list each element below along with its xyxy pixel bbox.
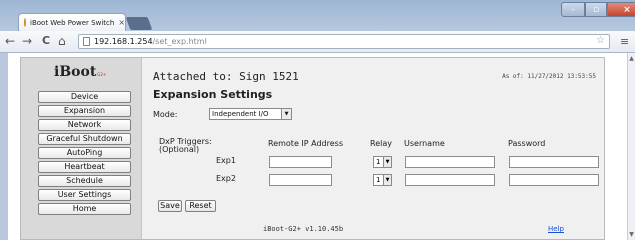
exp2-relay-select[interactable]: 1 ▼ (373, 174, 392, 186)
version-text: iBoot-G2+ v1.10.45b (263, 225, 344, 233)
chevron-down-icon[interactable]: ▼ (383, 157, 391, 167)
exp1-label: Exp1 (216, 156, 236, 165)
page-icon (83, 37, 90, 46)
col-remote-ip: Remote IP Address (268, 139, 343, 148)
scroll-up-icon[interactable]: ▲ (628, 55, 635, 62)
exp1-username-input[interactable] (405, 156, 495, 168)
sidebar-item-graceful-shutdown[interactable]: Graceful Shutdown (38, 133, 131, 145)
reset-button[interactable]: Reset (185, 200, 216, 212)
exp2-ip-input[interactable] (269, 174, 332, 186)
url-host: 192.168.1.254 (94, 37, 153, 46)
home-icon[interactable]: ⌂ (58, 34, 66, 48)
browser-menu-icon[interactable]: ≡ (620, 35, 629, 48)
browser-tab[interactable]: iBoot Web Power Switch × (18, 13, 126, 31)
save-button[interactable]: Save (158, 200, 182, 212)
browser-titlebar: iBoot Web Power Switch × – ▫ × (0, 0, 635, 31)
reload-icon[interactable]: C (42, 34, 50, 48)
maximize-button[interactable]: ▫ (585, 2, 607, 17)
sidebar-item-heartbeat[interactable]: Heartbeat (38, 161, 131, 173)
dxp-triggers-label: DxP Triggers: (Optional) (159, 138, 212, 154)
exp1-password-input[interactable] (509, 156, 599, 168)
tab-close-icon[interactable]: × (118, 18, 125, 27)
close-window-button[interactable]: × (607, 2, 635, 17)
minimize-button[interactable]: – (561, 2, 585, 17)
sidebar-item-device[interactable]: Device (38, 91, 131, 103)
footer: iBoot-G2+ v1.10.45b Help (142, 220, 605, 239)
tab-title: iBoot Web Power Switch (30, 18, 115, 27)
exp2-label: Exp2 (216, 174, 236, 183)
dxp-optional: (Optional) (159, 145, 200, 154)
back-icon[interactable]: ← (5, 34, 15, 48)
browser-toolbar: ← → C ⌂ 192.168.1.254 /set_exp.html ☆ ≡ (0, 31, 635, 53)
logo-text: iBoot (54, 64, 97, 80)
exp1-relay-select[interactable]: 1 ▼ (373, 156, 392, 168)
bookmark-star-icon[interactable]: ☆ (596, 35, 605, 46)
iboot-logo: iBoot G2+ (54, 64, 106, 80)
page-title: Expansion Settings (153, 88, 273, 101)
sidebar-item-autoping[interactable]: AutoPing (38, 147, 131, 159)
url-path: /set_exp.html (152, 37, 207, 46)
forward-icon[interactable]: → (22, 34, 32, 48)
chevron-down-icon[interactable]: ▼ (383, 175, 391, 185)
logo-sup: G2+ (97, 72, 107, 77)
scroll-down-icon[interactable]: ▼ (628, 231, 635, 238)
mode-select[interactable]: Independent I/O ▼ (209, 108, 292, 120)
main-content: Attached to: Sign 1521 As of: 11/27/2012… (141, 58, 604, 239)
sidebar-item-schedule[interactable]: Schedule (38, 175, 131, 187)
sidebar-item-network[interactable]: Network (38, 119, 131, 131)
sidebar-item-home[interactable]: Home (38, 203, 131, 215)
col-password: Password (508, 139, 546, 148)
exp2-password-input[interactable] (509, 174, 599, 186)
sidebar-item-expansion[interactable]: Expansion (38, 105, 131, 117)
mode-label: Mode: (153, 110, 178, 119)
as-of-timestamp: As of: 11/27/2012 13:53:55 (502, 73, 596, 80)
page-scrollbar[interactable]: ▲ ▼ (627, 53, 635, 240)
help-link[interactable]: Help (548, 225, 564, 233)
window-controls: – ▫ × (561, 2, 635, 17)
favicon-icon (24, 18, 26, 27)
attached-to-text: Attached to: Sign 1521 (153, 70, 299, 83)
sidebar: iBoot G2+ Device Expansion Network Grace… (21, 58, 141, 239)
exp2-username-input[interactable] (405, 174, 495, 186)
chevron-down-icon[interactable]: ▼ (281, 109, 291, 119)
col-relay: Relay (370, 139, 392, 148)
col-username: Username (404, 139, 445, 148)
sidebar-nav: Device Expansion Network Graceful Shutdo… (38, 91, 131, 217)
iboot-app: iBoot G2+ Device Expansion Network Grace… (20, 57, 605, 240)
mode-select-value: Independent I/O (212, 110, 269, 118)
exp1-relay-value: 1 (376, 158, 381, 166)
sidebar-item-user-settings[interactable]: User Settings (38, 189, 131, 201)
exp1-ip-input[interactable] (269, 156, 332, 168)
new-tab-button[interactable] (125, 17, 153, 30)
address-bar[interactable]: 192.168.1.254 /set_exp.html ☆ (78, 34, 610, 49)
exp2-relay-value: 1 (376, 176, 381, 184)
